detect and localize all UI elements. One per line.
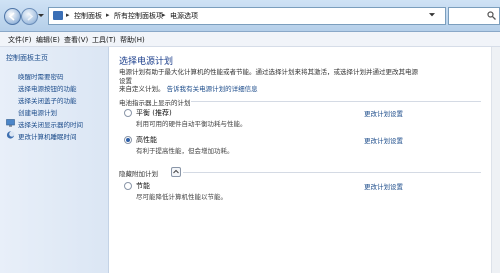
menu-tools[interactable]: 工具(T) — [92, 35, 116, 45]
breadcrumb-separator: ▸ — [66, 11, 70, 19]
search-input[interactable] — [448, 7, 500, 25]
section-divider — [191, 101, 481, 102]
intro-line-2: 来自定义计划。 — [119, 85, 165, 93]
address-field[interactable]: ▸ 控制面板 ▸ 所有控制面板项 ▸ 电源选项 — [48, 7, 491, 25]
sidebar-item-lid-close[interactable]: 选择关闭盖子的功能 — [18, 95, 77, 105]
plan-power-saver-desc: 尽可能降低计算机性能以节能。 — [136, 193, 227, 201]
plan-power-saver-name[interactable]: 节能 — [136, 181, 150, 191]
breadcrumb-control-panel[interactable]: 控制面板 — [74, 11, 102, 21]
forward-button[interactable] — [21, 8, 38, 25]
menu-view[interactable]: 查看(V) — [64, 35, 88, 45]
section-hidden-plans-label: 隐藏附加计划 — [119, 170, 158, 178]
power-plan-info-link[interactable]: 告诉我有关电源计划的详细信息 — [167, 85, 258, 93]
recent-pages-chevron-down-icon[interactable] — [38, 13, 44, 19]
sidebar-item-power-button[interactable]: 选择电源按钮的功能 — [18, 83, 77, 93]
intro-line-1: 电源计划有助于最大化计算机的性能或者节能。通过选择计划来将其激活，或选择计划并通… — [119, 68, 418, 85]
monitor-icon — [6, 119, 15, 127]
plan-balanced-settings-link[interactable]: 更改计划设置 — [364, 108, 403, 118]
section-divider — [183, 172, 481, 173]
sidebar-home-link[interactable]: 控制面板主页 — [6, 53, 48, 63]
section-shown-plans-label: 电池指示器上显示的计划 — [119, 99, 191, 107]
menu-bar: 文件(F) 编辑(E) 查看(V) 工具(T) 帮助(H) — [0, 32, 500, 47]
plan-balanced-radio[interactable] — [124, 109, 132, 117]
plan-high-performance-radio[interactable] — [124, 136, 132, 144]
search-icon[interactable] — [487, 11, 496, 20]
sidebar: 控制面板主页 唤醒时需要密码 选择电源按钮的功能 选择关闭盖子的功能 创建电源计… — [0, 47, 109, 273]
sidebar-item-display-off[interactable]: 选择关闭显示器的时间 — [18, 119, 83, 129]
back-button[interactable] — [4, 8, 21, 25]
menu-help[interactable]: 帮助(H) — [120, 35, 145, 45]
control-panel-icon — [53, 11, 63, 20]
sidebar-item-wakeup-password[interactable]: 唤醒时需要密码 — [18, 71, 64, 81]
page-title: 选择电源计划 — [119, 57, 174, 67]
plan-power-saver-radio[interactable] — [124, 182, 132, 190]
moon-sleep-icon — [6, 131, 15, 139]
main-panel: 选择电源计划 电源计划有助于最大化计算机的性能或者节能。通过选择计划来将其激活，… — [109, 47, 500, 273]
breadcrumb-separator: ▸ — [106, 11, 110, 19]
expand-hidden-plans-button[interactable] — [171, 167, 181, 177]
vertical-scrollbar[interactable] — [491, 47, 500, 273]
sidebar-item-create-plan[interactable]: 创建电源计划 — [18, 107, 57, 117]
breadcrumb-all-items[interactable]: 所有控制面板项 — [114, 11, 163, 21]
breadcrumb-power-options[interactable]: 电源选项 — [170, 11, 198, 21]
plan-high-performance-name[interactable]: 高性能 — [136, 135, 157, 145]
plan-power-saver-settings-link[interactable]: 更改计划设置 — [364, 181, 403, 191]
plan-high-performance-desc: 有利于提高性能，但会增加功耗。 — [136, 147, 234, 155]
menu-file[interactable]: 文件(F) — [8, 35, 32, 45]
plan-high-performance-settings-link[interactable]: 更改计划设置 — [364, 135, 403, 145]
breadcrumb-separator: ▸ — [162, 11, 166, 19]
address-bar: ▸ 控制面板 ▸ 所有控制面板项 ▸ 电源选项 — [0, 0, 500, 32]
chevron-up-icon — [173, 169, 179, 174]
address-dropdown-icon[interactable] — [429, 12, 435, 18]
arrow-right-icon — [27, 12, 34, 21]
plan-balanced-name[interactable]: 平衡 (推荐) — [136, 108, 172, 118]
arrow-left-icon — [8, 12, 15, 21]
menu-edit[interactable]: 编辑(E) — [36, 35, 60, 45]
plan-balanced-desc: 利用可用的硬件自动平衡功耗与性能。 — [136, 120, 247, 128]
intro-text: 电源计划有助于最大化计算机的性能或者节能。通过选择计划来将其激活，或选择计划并通… — [119, 68, 419, 94]
sidebar-item-sleep-time[interactable]: 更改计算机睡眠时间 — [18, 131, 77, 141]
